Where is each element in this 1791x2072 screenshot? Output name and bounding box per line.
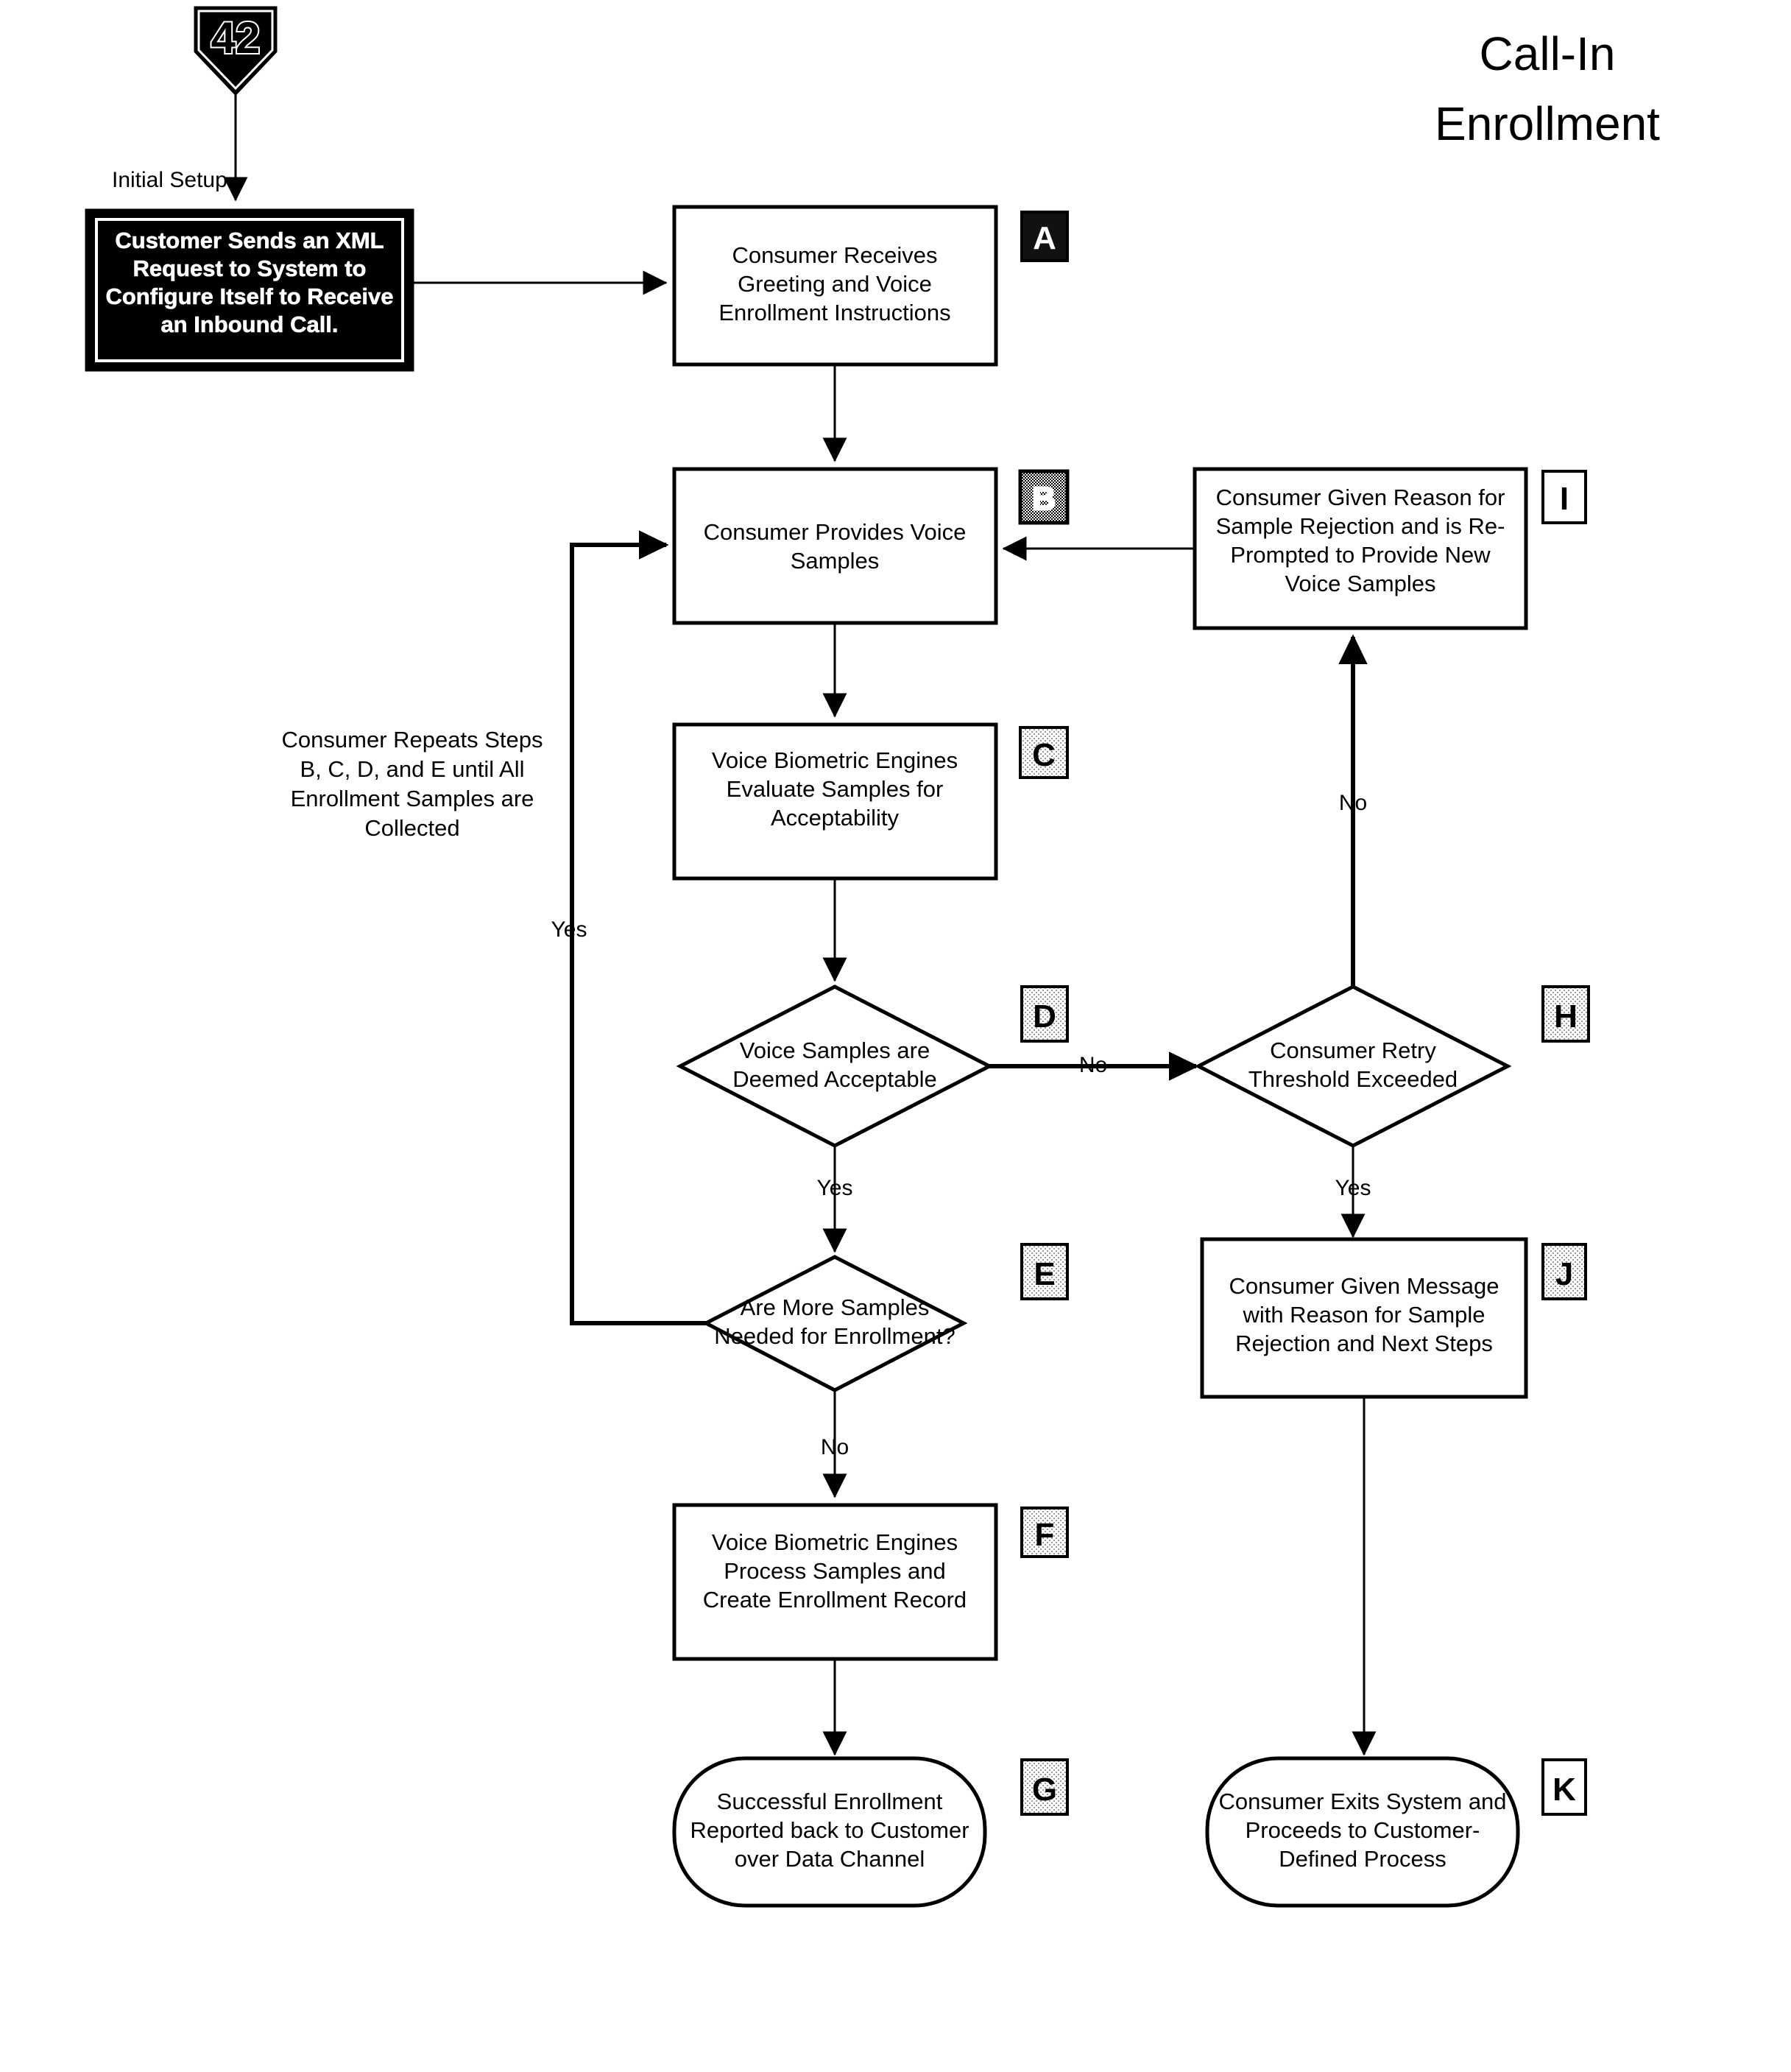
node-a-text-line-2: Greeting and Voice	[738, 271, 932, 297]
node-d-badge-letter: D	[1033, 998, 1056, 1035]
node-d-text-line-1: Voice Samples are	[740, 1037, 930, 1063]
node-b-text-line-2: Samples	[791, 548, 880, 574]
setup-text-line-3: Configure Itself to Receive	[105, 283, 393, 309]
badge-c: C	[1019, 726, 1069, 779]
node-b: Consumer Provides Voice Samples	[672, 467, 998, 625]
node-d-text-line-2: Deemed Acceptable	[732, 1066, 936, 1092]
node-k: Consumer Exits System and Proceeds to Cu…	[1205, 1756, 1520, 1908]
node-e-badge-letter: E	[1034, 1256, 1055, 1292]
edge-label-h-yes: Yes	[1335, 1176, 1371, 1200]
node-b-box	[672, 467, 998, 625]
node-e-text-line-1: Are More Samples	[741, 1294, 930, 1320]
node-j-badge-letter: J	[1555, 1256, 1573, 1292]
page-title-line1: Call-In	[1480, 27, 1616, 80]
node-j-text-line-1: Consumer Given Message	[1229, 1273, 1499, 1299]
node-i-text-line-4: Voice Samples	[1285, 571, 1435, 596]
node-e-text-line-2: Needed for Enrollment?	[714, 1323, 955, 1349]
setup-text-line-2: Request to System to	[133, 256, 367, 281]
node-g-text-line-1: Successful Enrollment	[717, 1789, 943, 1814]
node-k-text-line-3: Defined Process	[1279, 1846, 1446, 1872]
setup-text-line-1: Customer Sends an XML	[115, 228, 384, 253]
node-g-text-line-3: over Data Channel	[735, 1846, 925, 1872]
node-a-badge-letter: A	[1033, 220, 1056, 256]
edge-label-d-no: No	[1079, 1053, 1107, 1077]
edge-label-e-yes: Yes	[551, 917, 587, 942]
node-h-text-line-2: Threshold Exceeded	[1248, 1066, 1458, 1092]
edge-label-e-no: No	[821, 1435, 849, 1459]
node-setup: Customer Sends an XML Request to System …	[85, 208, 414, 372]
loop-annotation-line-4: Collected	[364, 815, 459, 841]
page-title: Call-In Enrollment	[1435, 27, 1660, 150]
node-h-badge-letter: H	[1554, 998, 1578, 1035]
badge-h: H	[1541, 985, 1590, 1043]
node-f-text-line-3: Create Enrollment Record	[703, 1587, 967, 1613]
node-k-text-line-1: Consumer Exits System and	[1218, 1789, 1506, 1814]
node-i: Consumer Given Reason for Sample Rejecti…	[1193, 467, 1528, 630]
node-i-badge-letter: I	[1560, 481, 1569, 517]
node-h: Consumer Retry Threshold Exceeded	[1194, 984, 1512, 1148]
node-j-text-line-2: with Reason for Sample	[1242, 1302, 1485, 1328]
loop-annotation-line-2: B, C, D, and E until All	[300, 756, 525, 782]
node-b-badge-letter: B	[1032, 481, 1056, 517]
node-j-text-line-3: Rejection and Next Steps	[1235, 1331, 1493, 1356]
node-a: Consumer Receives Greeting and Voice Enr…	[672, 205, 998, 367]
node-a-text-line-3: Enrollment Instructions	[718, 300, 950, 325]
node-a-text-line-1: Consumer Receives	[732, 242, 937, 268]
figure-marker-42: 42	[194, 6, 278, 96]
node-j: Consumer Given Message with Reason for S…	[1200, 1237, 1528, 1399]
badge-a: A	[1020, 211, 1069, 262]
node-f-badge-letter: F	[1035, 1517, 1055, 1553]
node-i-text-line-3: Prompted to Provide New	[1230, 542, 1491, 568]
badge-g: G	[1020, 1758, 1069, 1816]
node-g-badge-letter: G	[1032, 1772, 1057, 1808]
node-k-badge-letter: K	[1552, 1772, 1576, 1808]
flowchart-canvas: Call-In Enrollment 42 Initial Setup Cust…	[0, 0, 1791, 2072]
figure-marker-number: 42	[211, 13, 261, 63]
node-h-text-line-1: Consumer Retry	[1270, 1037, 1436, 1063]
node-g-text-line-2: Reported back to Customer	[690, 1817, 969, 1843]
loop-annotation-line-3: Enrollment Samples are	[291, 786, 534, 811]
node-g: Successful Enrollment Reported back to C…	[672, 1756, 987, 1908]
loop-annotation-line-1: Consumer Repeats Steps	[282, 727, 543, 753]
page-title-line2: Enrollment	[1435, 97, 1660, 150]
node-f: Voice Biometric Engines Process Samples …	[672, 1503, 998, 1661]
badge-e: E	[1020, 1243, 1069, 1300]
node-c: Voice Biometric Engines Evaluate Samples…	[672, 722, 998, 881]
node-i-text-line-2: Sample Rejection and is Re-	[1216, 513, 1505, 539]
node-c-text-line-3: Acceptability	[771, 805, 900, 831]
badge-b: B	[1018, 469, 1070, 525]
node-d: Voice Samples are Deemed Acceptable	[676, 984, 994, 1148]
node-c-text-line-1: Voice Biometric Engines	[712, 747, 958, 773]
setup-text-line-4: an Inbound Call.	[160, 311, 338, 337]
badge-k: K	[1541, 1758, 1587, 1816]
node-b-text-line-1: Consumer Provides Voice	[704, 519, 967, 545]
badge-f: F	[1020, 1507, 1069, 1558]
node-f-text-line-2: Process Samples and	[724, 1558, 946, 1584]
initial-setup-label: Initial Setup	[112, 168, 227, 192]
node-k-text-line-2: Proceeds to Customer-	[1246, 1817, 1480, 1843]
node-i-text-line-1: Consumer Given Reason for	[1216, 484, 1505, 510]
edge-label-h-no: No	[1339, 791, 1367, 815]
node-c-text-line-2: Evaluate Samples for	[727, 776, 944, 802]
badge-j: J	[1541, 1243, 1587, 1300]
node-e: Are More Samples Needed for Enrollment?	[702, 1255, 968, 1392]
connector-e-yes-loop-to-b	[570, 530, 706, 1325]
edge-label-d-yes: Yes	[817, 1176, 853, 1200]
flowchart-svg: Call-In Enrollment 42 Initial Setup Cust…	[85, 6, 1660, 1908]
node-c-badge-letter: C	[1032, 737, 1056, 773]
node-f-text-line-1: Voice Biometric Engines	[712, 1529, 958, 1555]
badge-d: D	[1020, 985, 1069, 1043]
loop-annotation: Consumer Repeats Steps B, C, D, and E un…	[282, 727, 543, 841]
badge-i: I	[1541, 470, 1587, 524]
